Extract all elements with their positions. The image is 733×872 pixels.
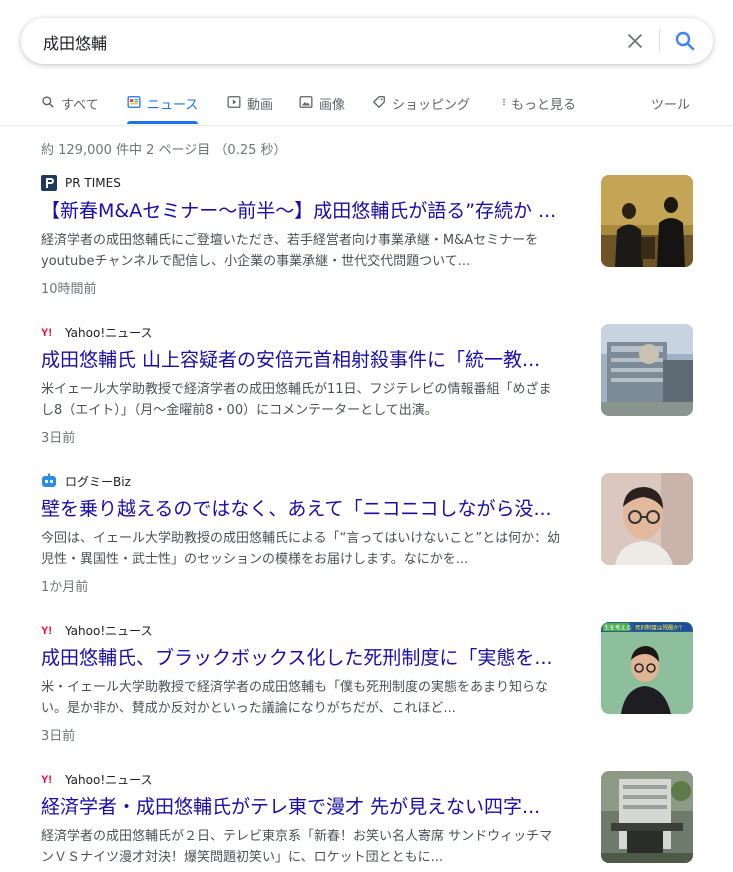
news-result: Y! Yahoo!ニュース 成田悠輔氏 山上容疑者の安倍元首相射殺事件に「統一教…	[41, 323, 586, 447]
yahoo-logo-icon: Y!	[41, 771, 57, 787]
video-icon	[227, 96, 241, 108]
source-name: ログミーBiz	[65, 474, 131, 489]
source-name: PR TIMES	[65, 176, 121, 190]
tab-shopping-label: ショッピング	[392, 98, 471, 113]
tab-images[interactable]: 画像	[299, 85, 345, 125]
result-title[interactable]: 経済学者・成田悠輔氏がテレ東で漫才 先が見えない四字...	[41, 794, 586, 820]
tab-images-label: 画像	[319, 98, 346, 113]
thumb-label-1: 生を考える	[604, 624, 631, 632]
result-time: 1か月前	[41, 580, 89, 595]
tab-news[interactable]: ニュース	[127, 85, 199, 125]
result-title[interactable]: 壁を乗り越えるのではなく、あえて「ニコニコしながら没...	[41, 496, 586, 522]
result-title[interactable]: 成田悠輔氏、ブラックボックス化した死刑制度に「実態を...	[41, 645, 586, 671]
image-icon	[299, 96, 313, 108]
more-vert-icon	[503, 98, 505, 106]
result-snippet: 米イェール大学助教授で経済学者の成田悠輔氏が11日、フジテレビの情報番組「めざま…	[41, 382, 552, 418]
clear-icon[interactable]	[624, 30, 646, 52]
tab-all[interactable]: すべて	[41, 85, 99, 125]
result-source[interactable]: ログミーBiz	[41, 472, 586, 490]
yahoo-logo-icon: Y!	[41, 622, 57, 638]
tab-news-label: ニュース	[147, 98, 199, 113]
result-snippet: 米・イェール大学助教授で経済学者の成田悠輔も「僕も死刑制度の実態をあまり知らない…	[41, 680, 549, 716]
news-result: PR TIMES 【新春M&Aセミナー〜前半〜】成田悠輔氏が語る”存続か ...…	[41, 174, 586, 297]
source-name: Yahoo!ニュース	[65, 325, 153, 340]
source-name: Yahoo!ニュース	[65, 623, 153, 638]
result-thumbnail[interactable]: 生を考える 死刑制度は残酷か？	[601, 622, 693, 714]
result-source[interactable]: Y! Yahoo!ニュース	[41, 323, 586, 341]
news-result: Y! Yahoo!ニュース 成田悠輔氏、ブラックボックス化した死刑制度に「実態を…	[41, 621, 586, 745]
news-result: ログミーBiz 壁を乗り越えるのではなく、あえて「ニコニコしながら没... 今回…	[41, 472, 586, 595]
result-snippet: 経済学者の成田悠輔氏にご登壇いただき、若手経営者向け事業承継・M&Aセミナーをy…	[41, 233, 539, 269]
search-input[interactable]	[41, 28, 585, 56]
tab-more-label: もっと見る	[511, 98, 577, 113]
search-divider	[659, 29, 660, 53]
search-icon	[42, 96, 54, 108]
news-result: Y! Yahoo!ニュース 経済学者・成田悠輔氏がテレ東で漫才 先が見えない四字…	[41, 770, 586, 868]
result-stats: 約 129,000 件中 2 ページ目 （0.25 秒）	[41, 143, 287, 158]
source-name: Yahoo!ニュース	[65, 772, 153, 787]
result-thumbnail[interactable]	[601, 324, 693, 416]
result-title[interactable]: 【新春M&Aセミナー〜前半〜】成田悠輔氏が語る”存続か ...	[41, 198, 586, 224]
result-thumbnail[interactable]	[601, 771, 693, 863]
result-source[interactable]: Y! Yahoo!ニュース	[41, 621, 586, 639]
tab-more[interactable]: もっと見る	[500, 85, 576, 125]
svg-text:Y!: Y!	[41, 625, 52, 637]
result-thumbnail[interactable]	[601, 473, 693, 565]
tab-video[interactable]: 動画	[227, 85, 273, 125]
result-snippet: 経済学者の成田悠輔氏が２日、テレビ東京系「新春！お笑い名人寄席 サンドウィッチマ…	[41, 829, 553, 865]
tag-icon	[373, 96, 385, 108]
tabs-divider	[0, 125, 733, 126]
result-source[interactable]: PR TIMES	[41, 174, 586, 192]
logmi-logo-icon	[41, 473, 57, 489]
result-snippet: 今回は、イェール大学助教授の成田悠輔氏による「“言ってはいけないこと”とは何か：…	[41, 531, 561, 567]
search-bar[interactable]	[21, 18, 713, 64]
result-source[interactable]: Y! Yahoo!ニュース	[41, 770, 586, 788]
search-tabs: すべて ニュース 動画 画像 ショッピング もっと見る ツール	[0, 85, 733, 125]
tools-label: ツール	[651, 98, 691, 113]
thumb-label-2: 死刑制度は残酷か？	[635, 624, 685, 632]
result-title[interactable]: 成田悠輔氏 山上容疑者の安倍元首相射殺事件に「統一教...	[41, 347, 586, 373]
svg-text:Y!: Y!	[41, 327, 52, 339]
search-submit-icon[interactable]	[673, 29, 697, 53]
news-icon	[127, 96, 141, 108]
result-time: 3日前	[41, 729, 76, 744]
result-time: 10時間前	[41, 282, 97, 297]
yahoo-logo-icon: Y!	[41, 324, 57, 340]
tab-video-label: 動画	[247, 98, 274, 113]
tab-shopping[interactable]: ショッピング	[372, 85, 470, 125]
prtimes-logo-icon	[41, 175, 57, 191]
result-time: 3日前	[41, 431, 76, 446]
svg-text:Y!: Y!	[41, 774, 52, 786]
result-thumbnail[interactable]	[601, 175, 693, 267]
tab-all-label: すべて	[61, 98, 99, 113]
tools-button[interactable]: ツール	[651, 85, 690, 125]
